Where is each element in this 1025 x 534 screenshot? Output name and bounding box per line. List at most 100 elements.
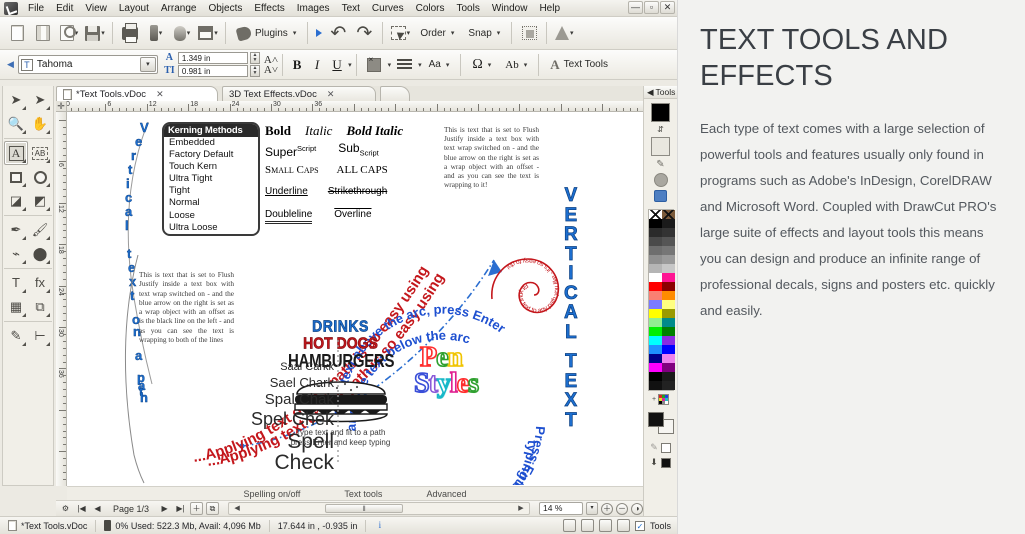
color-swatch[interactable]: [648, 255, 662, 264]
outline-row[interactable]: ✎: [650, 442, 671, 453]
color-swatch[interactable]: [661, 327, 675, 336]
ruler-origin-button[interactable]: ✛: [56, 101, 67, 112]
menu-item-arrange[interactable]: Arrange: [155, 2, 203, 15]
document-tab-3d-text-effects[interactable]: 3D Text Effects.vDoc ✕: [222, 86, 376, 101]
zoom-tool[interactable]: 🔍: [4, 112, 28, 136]
new-document-button[interactable]: [4, 20, 30, 46]
collapse-icon[interactable]: ◀: [647, 87, 654, 98]
bottom-tab-advanced[interactable]: Advanced: [426, 489, 466, 499]
menu-item-text[interactable]: Text: [336, 2, 366, 15]
chevron-down-icon[interactable]: ▾: [139, 57, 156, 72]
bottom-tab-spelling-on-off[interactable]: Spelling on/off: [244, 489, 301, 499]
select-mode-button[interactable]: ▾: [387, 20, 413, 46]
menu-item-effects[interactable]: Effects: [248, 2, 290, 15]
color-swatch[interactable]: [648, 273, 662, 282]
menu-item-objects[interactable]: Objects: [202, 2, 248, 15]
color-swatch[interactable]: [648, 210, 662, 219]
text-width-stepper[interactable]: ▲ ▼: [249, 52, 260, 64]
color-swatch[interactable]: [648, 381, 662, 390]
color-swatch[interactable]: [661, 372, 675, 381]
color-swatch[interactable]: [648, 246, 662, 255]
text-height-stepper[interactable]: ▲ ▼: [249, 65, 260, 77]
color-swatch-grid[interactable]: [647, 209, 675, 391]
redo-button[interactable]: [352, 20, 378, 46]
font-family-select[interactable]: T Tahoma ▾: [17, 55, 158, 74]
effects-tool[interactable]: fx: [28, 271, 52, 295]
vertical-ruler[interactable]: 6 12 18 24 30 36: [56, 112, 67, 486]
color-swatch[interactable]: [648, 219, 662, 228]
zoom-level-input[interactable]: 14 %: [539, 502, 583, 515]
canvas-horizontal-scrollbar[interactable]: ◀ ⦀ ▶: [228, 502, 530, 515]
bottom-tab-text-tools[interactable]: Text tools: [344, 489, 382, 499]
text-tools-button[interactable]: A Text Tools: [543, 52, 615, 78]
save-document-button[interactable]: ▾: [82, 20, 108, 46]
color-swatch[interactable]: [661, 219, 675, 228]
fill-color-swatch[interactable]: [651, 103, 670, 122]
fill-stroke-preview[interactable]: [647, 412, 674, 434]
menu-item-images[interactable]: Images: [291, 2, 336, 15]
status-info[interactable]: i: [366, 517, 393, 534]
layers-icon[interactable]: [562, 519, 576, 532]
paint-bucket-icon[interactable]: [654, 190, 667, 202]
snap-button[interactable]: Snap ▾: [461, 20, 507, 46]
color-swatch[interactable]: [661, 210, 675, 219]
kerning-method-item[interactable]: Loose: [164, 210, 258, 222]
color-swatch[interactable]: [648, 309, 662, 318]
color-swatch[interactable]: [648, 237, 662, 246]
justified-text-block-left[interactable]: This is text that is set to Flush Justif…: [139, 270, 234, 344]
pan-tool[interactable]: ✋: [28, 112, 52, 136]
color-swatch[interactable]: [661, 354, 675, 363]
color-swatch[interactable]: [661, 363, 675, 372]
print-button[interactable]: [117, 20, 143, 46]
media-setup-button[interactable]: ▾: [195, 20, 221, 46]
color-swatch[interactable]: [648, 354, 662, 363]
spell-check-button[interactable]: Ab ▾: [498, 52, 534, 78]
color-swatch[interactable]: [661, 300, 675, 309]
menu-item-colors[interactable]: Colors: [410, 2, 451, 15]
measure-tool[interactable]: ⊢: [28, 324, 52, 348]
color-swatch[interactable]: [661, 228, 675, 237]
run-button[interactable]: [312, 20, 326, 46]
unlock-icon[interactable]: [598, 519, 612, 532]
open-document-button[interactable]: ▾: [56, 20, 82, 46]
image-tool[interactable]: ▦: [4, 295, 28, 319]
symbols-tool[interactable]: ◩: [28, 189, 52, 213]
previous-page-button[interactable]: ◀: [91, 502, 104, 515]
close-button[interactable]: ✕: [660, 1, 675, 14]
scroll-left-button[interactable]: ◀: [231, 503, 243, 514]
minimize-button[interactable]: —: [628, 1, 643, 14]
zoom-dropdown-button[interactable]: ▾: [586, 502, 598, 515]
menu-item-file[interactable]: File: [22, 2, 50, 15]
paragraph-button[interactable]: [361, 52, 387, 78]
artwork-spell-check-list[interactable]: Saal Carkk Sael Chark Spal Chak Spel Chek Sp…: [222, 362, 334, 476]
toolbar-prev-arrow[interactable]: ◀: [3, 59, 18, 70]
more-colors-button[interactable]: +: [644, 394, 677, 405]
kerning-method-item[interactable]: Touch Kern: [164, 161, 258, 173]
artwork-pen-styles[interactable]: Pen Styles: [413, 343, 530, 399]
kerning-method-item[interactable]: Ultra Loose: [164, 222, 258, 234]
color-swatch[interactable]: [661, 309, 675, 318]
text-effects-tool[interactable]: T: [4, 271, 28, 295]
select-tool[interactable]: ➤: [4, 88, 28, 112]
menu-item-view[interactable]: View: [79, 2, 113, 15]
brush-tool[interactable]: 🖌: [28, 218, 52, 242]
gradient-icon[interactable]: [653, 173, 668, 187]
cut-button[interactable]: ▾: [143, 20, 169, 46]
menu-item-help[interactable]: Help: [533, 2, 566, 15]
color-swatch[interactable]: [648, 372, 662, 381]
rectangle-tool[interactable]: [4, 165, 28, 189]
kerning-method-item[interactable]: Tight: [164, 185, 258, 197]
italic-button[interactable]: I: [307, 55, 327, 75]
close-icon[interactable]: ✕: [327, 89, 335, 100]
outline-color-swatch[interactable]: [660, 442, 671, 453]
fill-tool[interactable]: ⬤: [28, 242, 52, 266]
horizontal-scrollbar-thumb[interactable]: ⦀: [325, 504, 403, 513]
color-swatch[interactable]: [648, 318, 662, 327]
color-swatch[interactable]: [661, 246, 675, 255]
color-swatch[interactable]: [661, 291, 675, 300]
justified-text-block-right[interactable]: This is text that is set to Flush Justif…: [444, 125, 539, 189]
color-swatch[interactable]: [661, 345, 675, 354]
color-swatch[interactable]: [648, 345, 662, 354]
zoom-in-button[interactable]: ＋: [601, 502, 613, 515]
kerning-method-item[interactable]: Ultra Tight: [164, 173, 258, 185]
